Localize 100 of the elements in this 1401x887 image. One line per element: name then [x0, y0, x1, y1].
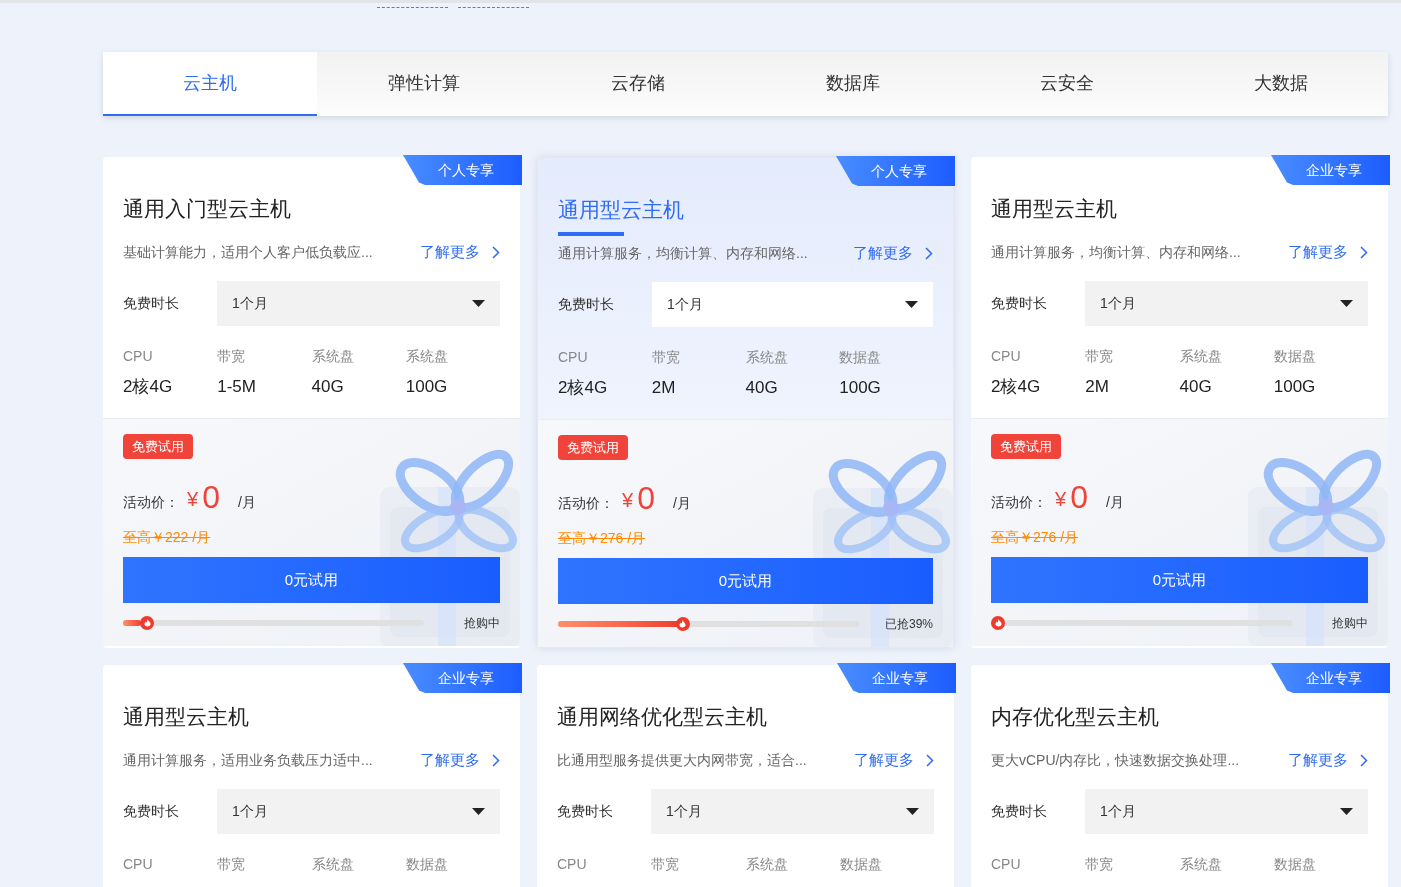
free-trial-button[interactable]: 0元试用 — [558, 558, 933, 604]
card-description: 通用计算服务，均衡计算、内存和网络... — [558, 243, 808, 263]
category-tab[interactable]: 云安全 — [959, 52, 1174, 116]
spec-label: CPU — [123, 347, 154, 366]
card-title: 通用网络优化型云主机 — [557, 704, 768, 730]
price-label: 活动价： — [123, 493, 179, 512]
duration-select[interactable]: 1个月 — [1085, 789, 1368, 834]
original-price: 至高￥222 /月 — [123, 529, 211, 545]
chevron-right-icon — [925, 246, 933, 260]
chevron-right-icon — [1360, 245, 1368, 259]
spec-label: 系统盘 — [745, 855, 789, 874]
price-unit: /月 — [1105, 493, 1124, 512]
free-trial-tag: 免费试用 — [123, 434, 193, 459]
learn-more-link[interactable]: 了解更多 — [854, 748, 934, 772]
currency-symbol: ¥ — [187, 487, 199, 512]
price-label: 活动价： — [991, 493, 1047, 512]
price-value: 0 — [1070, 479, 1088, 515]
chevron-right-icon — [492, 753, 500, 767]
spec-value: 40G — [1179, 376, 1213, 398]
category-tab[interactable]: 数据库 — [745, 52, 960, 116]
exclusive-badge: 企业专享 — [1271, 663, 1390, 693]
price-value: 0 — [202, 479, 220, 515]
currency-symbol: ¥ — [1055, 487, 1067, 512]
duration-label: 免费时长 — [123, 802, 180, 821]
exclusive-badge: 企业专享 — [837, 663, 956, 693]
spec-label: 系统盘 — [311, 347, 355, 366]
category-tab[interactable]: 云主机 — [103, 52, 318, 116]
duration-label: 免费时长 — [558, 295, 615, 314]
duration-label: 免费时长 — [991, 294, 1048, 313]
category-tab[interactable]: 大数据 — [1173, 52, 1388, 116]
spec-label: 带宽 — [217, 347, 247, 366]
spec-label: 系统盘 — [745, 348, 789, 367]
spec-value: 2核4G — [991, 376, 1042, 398]
free-trial-button[interactable]: 0元试用 — [991, 557, 1368, 603]
flame-icon — [679, 620, 687, 628]
learn-more-link[interactable]: 了解更多 — [420, 240, 500, 264]
original-price: 至高￥276 /月 — [558, 530, 646, 546]
card-description: 比通用型服务提供更大内网带宽，适合... — [557, 750, 807, 770]
spec-label: CPU — [123, 855, 154, 874]
exclusive-badge: 个人专享 — [403, 155, 522, 185]
duration-select[interactable]: 1个月 — [1085, 281, 1368, 326]
spec-label: 系统盘 — [1179, 347, 1223, 366]
price-value: 0 — [637, 480, 655, 516]
price-label: 活动价： — [558, 494, 614, 513]
duration-select[interactable]: 1个月 — [652, 282, 933, 327]
title-underline — [558, 232, 624, 236]
learn-more-link[interactable]: 了解更多 — [1288, 240, 1368, 264]
spec-label: CPU — [558, 348, 589, 367]
free-trial-tag: 免费试用 — [991, 434, 1061, 459]
spec-label: 带宽 — [217, 855, 247, 874]
chevron-right-icon — [1360, 753, 1368, 767]
progress-label: 抢购中 — [1332, 615, 1368, 632]
chevron-right-icon — [492, 245, 500, 259]
caret-down-icon — [472, 300, 485, 307]
spec-label: 带宽 — [1085, 855, 1115, 874]
currency-symbol: ¥ — [622, 488, 634, 513]
card-description: 更大vCPU/内存比，快速数据交换处理... — [991, 750, 1240, 770]
progress-fill — [123, 620, 142, 626]
spec-value: 40G — [311, 376, 345, 398]
exclusive-badge: 企业专享 — [1271, 155, 1390, 185]
caret-down-icon — [906, 808, 919, 815]
category-tab[interactable]: 云存储 — [531, 52, 746, 116]
caret-down-icon — [1340, 300, 1353, 307]
original-price: 至高￥276 /月 — [991, 529, 1079, 545]
progress-label: 已抢39% — [884, 616, 933, 633]
spec-value: 1-5M — [217, 376, 257, 398]
spec-value: 2M — [1085, 376, 1110, 398]
spec-value: 2M — [651, 377, 677, 399]
free-trial-button[interactable]: 0元试用 — [123, 557, 500, 603]
exclusive-badge: 个人专享 — [836, 156, 955, 186]
progress-label: 抢购中 — [464, 615, 500, 632]
spec-label: 数据盘 — [839, 348, 883, 367]
card-title: 通用入门型云主机 — [123, 196, 292, 222]
category-tab[interactable]: 弹性计算 — [317, 52, 532, 116]
spec-label: 数据盘 — [839, 855, 883, 874]
duration-select[interactable]: 1个月 — [651, 789, 934, 834]
learn-more-link[interactable]: 了解更多 — [420, 748, 500, 772]
spec-value: 100G — [839, 377, 882, 399]
card-title: 通用型云主机 — [991, 196, 1118, 222]
spec-label: 系统盘 — [311, 855, 355, 874]
flame-icon — [143, 619, 151, 627]
spec-label: 系统盘 — [1179, 855, 1223, 874]
spec-value: 100G — [1273, 376, 1317, 398]
learn-more-link[interactable]: 了解更多 — [1288, 748, 1368, 772]
duration-select[interactable]: 1个月 — [217, 789, 500, 834]
price-unit: /月 — [672, 494, 691, 513]
caret-down-icon — [905, 301, 918, 308]
caret-down-icon — [472, 808, 485, 815]
duration-select[interactable]: 1个月 — [217, 281, 500, 326]
spec-label: 数据盘 — [1273, 855, 1317, 874]
spec-value: 2核4G — [123, 376, 174, 398]
learn-more-link[interactable]: 了解更多 — [853, 241, 933, 265]
spec-label: CPU — [991, 855, 1022, 874]
card-description: 基础计算能力，适用个人客户低负载应... — [123, 242, 373, 262]
spec-label: CPU — [991, 347, 1022, 366]
spec-label: 系统盘 — [405, 347, 449, 366]
spec-label: 带宽 — [651, 348, 681, 367]
spec-value: 2核4G — [558, 377, 609, 399]
duration-label: 免费时长 — [991, 802, 1048, 821]
spec-label: 带宽 — [651, 855, 681, 874]
